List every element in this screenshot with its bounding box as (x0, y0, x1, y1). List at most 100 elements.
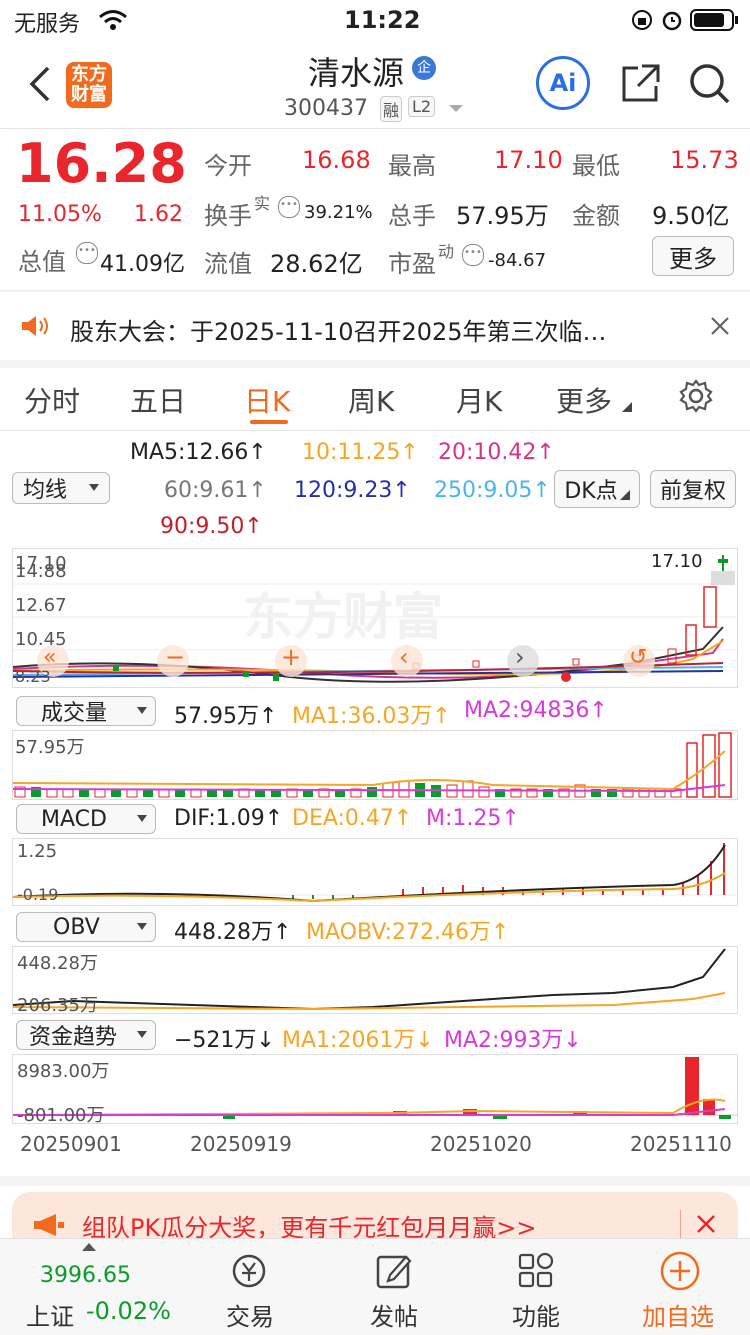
app-logo-text: 东方财富 (71, 64, 107, 105)
date-label: 20250919 (190, 1132, 292, 1156)
obv-chart[interactable]: 448.28万 206.35万 (12, 946, 738, 1016)
index-value: 3996.65 (40, 1263, 131, 1288)
macd-axis-top: 1.25 (17, 841, 58, 862)
amount-label: 金额 (572, 202, 620, 230)
change-percent: 11.05% (18, 202, 102, 227)
obv-selector[interactable]: OBV (16, 912, 156, 942)
kline-chart[interactable]: 东方财富 17.10 14.88 12.67 10.45 8.23 17.10 … (12, 548, 738, 688)
nav-post[interactable]: 发帖 (344, 1239, 444, 1335)
macd-selector-label: MACD (41, 806, 107, 832)
lock-rotation-icon (632, 10, 652, 30)
next-icon[interactable]: › (515, 643, 525, 671)
ma90-value: 90:9.50↑ (160, 514, 263, 539)
tab-daily-k[interactable]: 日K (244, 380, 290, 420)
turnover-sup: 实 (254, 194, 271, 213)
index-widget[interactable]: 3996.65 上证 -0.02% (0, 1239, 180, 1335)
clock-text: 11:22 (344, 6, 421, 34)
fund-axis-low: -801.00万 (17, 1105, 105, 1126)
dropdown-icon (137, 923, 147, 930)
fund-value: −521万↓ (174, 1028, 275, 1053)
obv-selector-label: OBV (53, 914, 100, 940)
pe-value: -84.67 (488, 250, 547, 271)
open-value: 16.68 (302, 146, 371, 174)
corner-caret-icon (619, 490, 630, 500)
alarm-icon (662, 11, 682, 31)
fund-ma1: MA1:2061万↓ (282, 1028, 434, 1053)
corner-caret-icon (622, 402, 632, 412)
close-icon[interactable] (696, 1214, 716, 1234)
obv-axis-low: 206.35万 (17, 995, 98, 1016)
ma-panel: 均线 MA5:12.66↑ 10:11.25↑ 20:10.42↑ 60:9.6… (0, 432, 750, 546)
volume-label: 总手 (388, 202, 436, 230)
change-amount: 1.62 (134, 202, 183, 227)
date-axis: 20250901 20250919 20251020 20251110 (0, 1130, 750, 1160)
nav-add-label: 加自选 (642, 1303, 714, 1331)
volume-value: 57.95万 (456, 202, 549, 230)
search-icon[interactable] (688, 62, 732, 106)
tab-active-indicator (250, 420, 288, 424)
dropdown-icon (89, 484, 99, 491)
battery-icon (690, 9, 738, 31)
prev-icon[interactable]: ‹ (399, 643, 409, 671)
ai-button[interactable]: Ai (536, 56, 590, 110)
dk-point-button[interactable]: DK点 (554, 470, 640, 508)
zoom-out-icon[interactable]: « (43, 645, 56, 670)
volume-chart[interactable]: 57.95万 (12, 730, 738, 800)
reset-icon[interactable]: ↺ (629, 645, 647, 670)
ma5-value: MA5:12.66↑ (130, 440, 267, 465)
tab-five-day[interactable]: 五日 (130, 380, 186, 420)
stock-name: 清水源 (308, 54, 405, 92)
obv-header: OBV 448.28万↑ MAOBV:272.46万↑ (0, 910, 750, 945)
date-label: 20250901 (20, 1132, 122, 1156)
grid-icon (518, 1252, 554, 1288)
high-value: 17.10 (494, 146, 563, 174)
nav-trade[interactable]: 交易 (200, 1239, 300, 1335)
header: 东方财富 清水源 企 300437 融 L2 Ai (0, 42, 750, 128)
macd-m: M:1.25↑ (426, 806, 520, 831)
kline-axis-2: 14.88 (15, 561, 67, 582)
more-button[interactable]: 更多 (652, 236, 734, 276)
more-label: 更多 (669, 244, 717, 273)
fund-ma2: MA2:993万↓ (444, 1028, 582, 1053)
ma250-value: 250:9.05↑ (434, 478, 551, 503)
macd-selector[interactable]: MACD (16, 804, 156, 834)
dropdown-icon[interactable] (448, 104, 464, 114)
date-label: 20251110 (630, 1132, 732, 1156)
adjust-button[interactable]: 前复权 (650, 470, 736, 508)
fund-selector[interactable]: 资金趋势 (16, 1020, 156, 1050)
quote-panel: 16.28 11.05% 1.62 总值 ••• 41.09亿 今开 16.68… (0, 130, 750, 290)
volume-ma2: MA2:94836↑ (464, 698, 608, 723)
volume-selector-label: 成交量 (41, 701, 108, 726)
volume-selector[interactable]: 成交量 (16, 696, 156, 726)
fund-selector-label: 资金趋势 (29, 1025, 118, 1050)
turnover-label: 换手 (204, 202, 252, 230)
adjust-label: 前复权 (659, 479, 726, 504)
settings-gear-icon[interactable] (678, 378, 714, 414)
close-icon[interactable] (710, 316, 730, 336)
back-icon[interactable] (26, 64, 52, 104)
index-percent: -0.02% (86, 1297, 171, 1325)
ma120-value: 120:9.23↑ (294, 478, 411, 503)
bottom-bar: 3996.65 上证 -0.02% 交易 发帖 功能 加自选 (0, 1238, 750, 1335)
low-label: 最低 (572, 152, 620, 180)
tab-intraday[interactable]: 分时 (24, 380, 80, 420)
amount-value: 9.50亿 (652, 202, 730, 230)
ma-selector[interactable]: 均线 (12, 472, 110, 504)
plus-icon[interactable]: + (281, 643, 301, 671)
mktcap-label: 总值 (18, 248, 66, 276)
tab-more[interactable]: 更多 (556, 380, 612, 420)
app-logo[interactable]: 东方财富 (66, 62, 112, 108)
macd-dif: DIF:1.09↑ (174, 806, 284, 831)
ai-label: Ai (549, 69, 577, 97)
nav-trade-label: 交易 (226, 1303, 274, 1331)
tab-weekly-k[interactable]: 周K (348, 380, 394, 420)
fund-header: 资金趋势 −521万↓ MA1:2061万↓ MA2:993万↓ (0, 1018, 750, 1053)
share-icon[interactable] (620, 62, 662, 104)
tab-monthly-k[interactable]: 月K (456, 380, 502, 420)
notice-bar[interactable]: 股东大会：于2025-11-10召开2025年第三次临… (0, 292, 750, 360)
fund-chart[interactable]: 8983.00万 -801.00万 (12, 1054, 738, 1126)
minus-icon[interactable]: − (165, 643, 185, 671)
nav-function[interactable]: 功能 (486, 1239, 586, 1335)
macd-chart[interactable]: 1.25 -0.19 (12, 838, 738, 906)
nav-add-watchlist[interactable]: 加自选 (632, 1239, 742, 1335)
